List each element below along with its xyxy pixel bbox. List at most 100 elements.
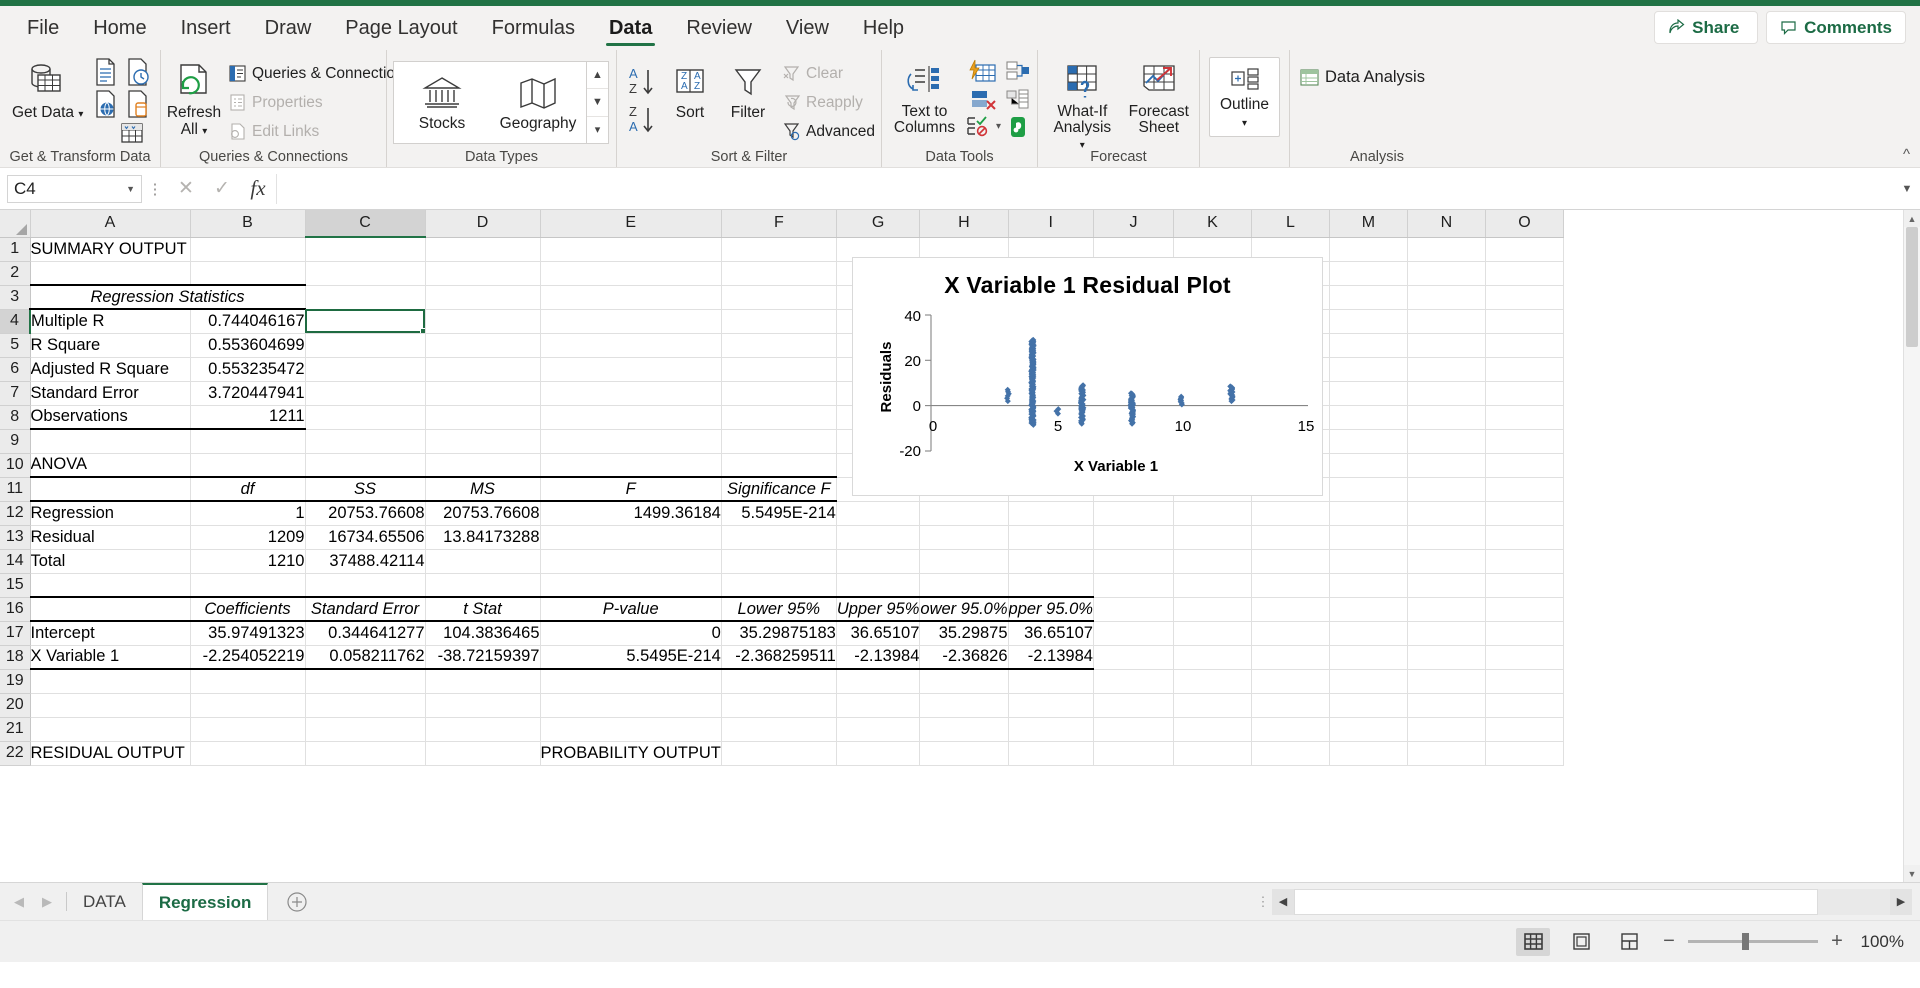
cell-O19[interactable]	[1485, 669, 1564, 694]
data-validation-dropdown-icon[interactable]: ▾	[996, 121, 1001, 132]
row-header-12[interactable]: 12	[0, 501, 31, 526]
cell-O5[interactable]	[1485, 333, 1564, 358]
cell-A19[interactable]	[30, 669, 191, 694]
cell-B8[interactable]: 1211	[190, 405, 306, 430]
name-box[interactable]: C4 ▼	[7, 174, 142, 203]
cell-M8[interactable]	[1329, 405, 1408, 430]
cell-J20[interactable]	[1093, 693, 1174, 718]
horizontal-scroll-thumb[interactable]	[1294, 888, 1819, 915]
row-header-13[interactable]: 13	[0, 525, 31, 550]
cell-H19[interactable]	[919, 669, 1009, 694]
remove-duplicates-icon[interactable]	[965, 87, 1001, 113]
from-text-csv-icon[interactable]	[93, 57, 119, 87]
cell-L15[interactable]	[1251, 573, 1330, 598]
cell-M12[interactable]	[1329, 501, 1408, 526]
cell-A14[interactable]: Total	[30, 549, 191, 574]
clear-filter-button[interactable]: Clear	[779, 59, 878, 88]
cell-F9[interactable]	[721, 429, 837, 454]
cell-M19[interactable]	[1329, 669, 1408, 694]
cell-E18[interactable]: 5.5495E-214	[540, 645, 722, 670]
cell-D15[interactable]	[425, 573, 541, 598]
scroll-up-button[interactable]: ▲	[1904, 210, 1920, 227]
cell-I22[interactable]	[1008, 741, 1094, 766]
cell-E19[interactable]	[540, 669, 722, 694]
cell-D14[interactable]	[425, 549, 541, 574]
cell-O9[interactable]	[1485, 429, 1564, 454]
row-header-16[interactable]: 16	[0, 597, 31, 622]
cell-H22[interactable]	[919, 741, 1009, 766]
cell-D16[interactable]: t Stat	[425, 596, 541, 622]
cell-A15[interactable]	[30, 573, 191, 598]
cell-E22[interactable]: PROBABILITY OUTPUT	[540, 741, 722, 766]
cell-O16[interactable]	[1485, 597, 1564, 622]
scroll-right-button[interactable]: ▶	[1890, 888, 1912, 915]
cell-O1[interactable]	[1485, 237, 1564, 262]
row-header-8[interactable]: 8	[0, 405, 31, 430]
row-header-19[interactable]: 19	[0, 669, 31, 694]
row-header-9[interactable]: 9	[0, 429, 31, 454]
cell-M2[interactable]	[1329, 261, 1408, 286]
vertical-scrollbar[interactable]: ▲ ▼	[1903, 210, 1920, 882]
cell-L17[interactable]	[1251, 621, 1330, 646]
cell-O17[interactable]	[1485, 621, 1564, 646]
cell-M1[interactable]	[1329, 237, 1408, 262]
cell-O14[interactable]	[1485, 549, 1564, 574]
cell-N9[interactable]	[1407, 429, 1486, 454]
cell-N5[interactable]	[1407, 333, 1486, 358]
confirm-entry-button[interactable]: ✓	[204, 174, 240, 204]
cell-B16[interactable]: Coefficients	[190, 596, 306, 622]
cell-I15[interactable]	[1008, 573, 1094, 598]
cell-G12[interactable]	[836, 501, 921, 526]
column-header-m[interactable]: M	[1329, 210, 1408, 238]
cell-M21[interactable]	[1329, 717, 1408, 742]
cell-B21[interactable]	[190, 717, 306, 742]
sheet-tab-regression[interactable]: Regression	[141, 883, 269, 920]
cell-D10[interactable]	[425, 453, 541, 478]
column-header-f[interactable]: F	[721, 210, 837, 238]
cell-A3[interactable]: Regression Statistics	[30, 284, 306, 310]
cell-M6[interactable]	[1329, 357, 1408, 382]
column-header-k[interactable]: K	[1173, 210, 1252, 238]
cell-M10[interactable]	[1329, 453, 1408, 478]
cell-I19[interactable]	[1008, 669, 1094, 694]
cell-G14[interactable]	[836, 549, 921, 574]
cell-A10[interactable]: ANOVA	[30, 453, 191, 478]
cell-L20[interactable]	[1251, 693, 1330, 718]
residual-plot-chart[interactable]: X Variable 1 Residual Plot 40 20 0 -20 0…	[852, 257, 1323, 496]
cell-F7[interactable]	[721, 381, 837, 406]
cell-E12[interactable]: 1499.36184	[540, 501, 722, 526]
horizontal-scrollbar[interactable]: ◀ ▶	[1272, 888, 1912, 915]
cell-B11[interactable]: df	[190, 476, 306, 502]
sort-ascending-icon[interactable]: AZ	[623, 63, 659, 101]
row-header-18[interactable]: 18	[0, 645, 31, 670]
horizontal-scroll-track[interactable]	[1294, 888, 1890, 915]
normal-view-button[interactable]	[1516, 927, 1550, 956]
cell-O2[interactable]	[1485, 261, 1564, 286]
cell-D6[interactable]	[425, 357, 541, 382]
cell-C20[interactable]	[305, 693, 426, 718]
cell-B7[interactable]: 3.720447941	[190, 381, 306, 406]
cell-O13[interactable]	[1485, 525, 1564, 550]
cell-L18[interactable]	[1251, 645, 1330, 670]
cell-N12[interactable]	[1407, 501, 1486, 526]
cell-C3[interactable]	[305, 285, 426, 310]
cell-M18[interactable]	[1329, 645, 1408, 670]
cell-K20[interactable]	[1173, 693, 1252, 718]
cell-D22[interactable]	[425, 741, 541, 766]
cell-D21[interactable]	[425, 717, 541, 742]
ribbon-tab-review[interactable]: Review	[669, 6, 769, 50]
cell-H12[interactable]	[919, 501, 1009, 526]
cell-D12[interactable]: 20753.76608	[425, 501, 541, 526]
cell-H14[interactable]	[919, 549, 1009, 574]
from-recent-sources-icon[interactable]	[125, 57, 151, 87]
cell-H15[interactable]	[919, 573, 1009, 598]
cell-N2[interactable]	[1407, 261, 1486, 286]
cell-B22[interactable]	[190, 741, 306, 766]
cell-N1[interactable]	[1407, 237, 1486, 262]
cell-E5[interactable]	[540, 333, 722, 358]
cell-K21[interactable]	[1173, 717, 1252, 742]
cell-I21[interactable]	[1008, 717, 1094, 742]
cell-D9[interactable]	[425, 429, 541, 454]
cell-F12[interactable]: 5.5495E-214	[721, 501, 837, 526]
cell-J21[interactable]	[1093, 717, 1174, 742]
